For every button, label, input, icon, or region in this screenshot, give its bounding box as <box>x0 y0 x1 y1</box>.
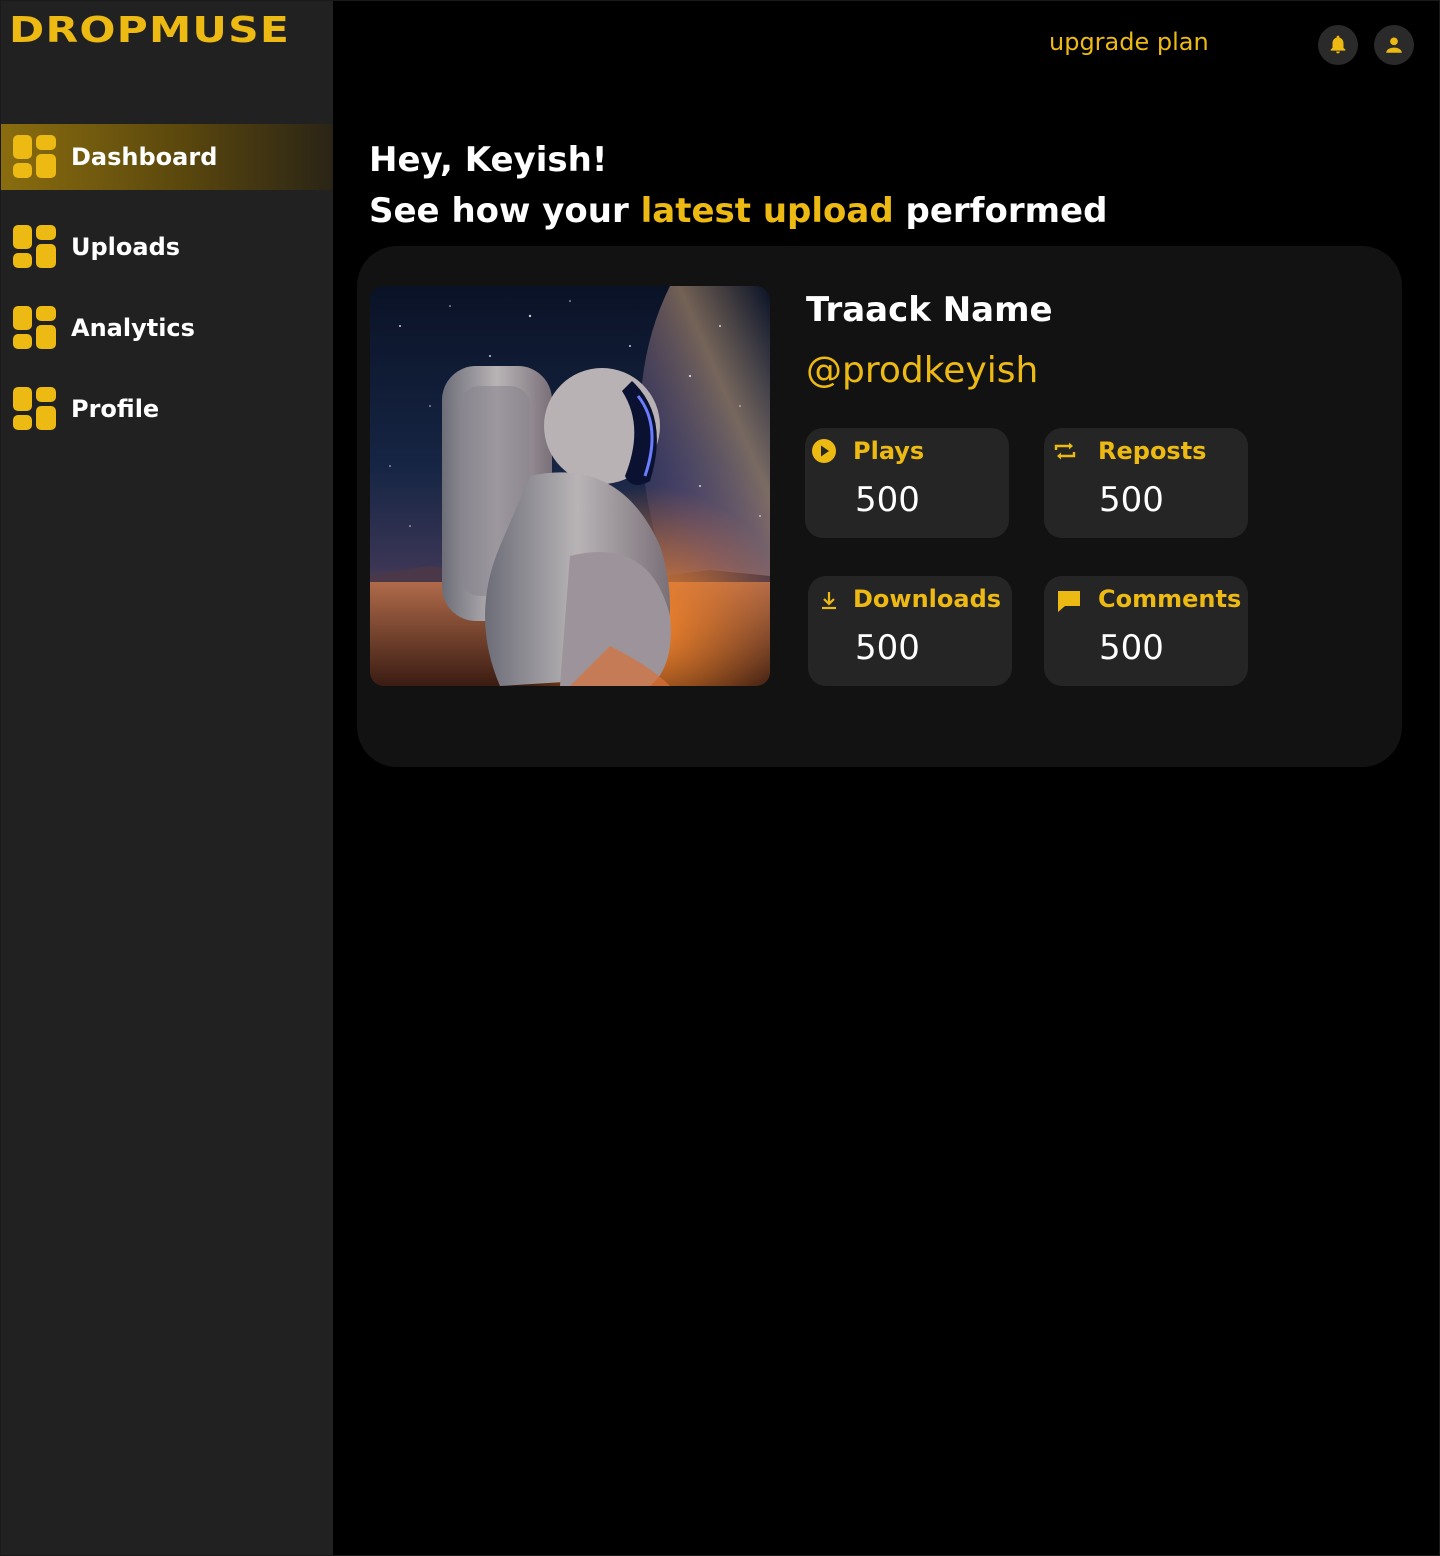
stat-value: 500 <box>855 480 920 520</box>
greeting-title: Hey, Keyish! <box>369 140 608 180</box>
astronaut-artwork[interactable] <box>370 286 770 686</box>
bell-icon <box>1330 35 1346 54</box>
notifications-button[interactable] <box>1318 25 1358 65</box>
sidebar-item-label: Uploads <box>71 233 181 261</box>
sidebar-item-analytics[interactable]: Analytics <box>1 295 333 361</box>
stat-label: Downloads <box>853 585 1002 613</box>
grid-icon <box>13 225 56 269</box>
stat-card-plays: Plays 500 <box>805 428 1009 538</box>
sidebar-item-label: Profile <box>71 395 160 423</box>
grid-icon <box>13 306 56 350</box>
greeting-subtitle-text: performed <box>893 191 1108 231</box>
user-icon <box>1386 37 1402 53</box>
grid-icon <box>13 387 56 431</box>
stat-label: Reposts <box>1098 437 1207 465</box>
stat-card-reposts: Reposts 500 <box>1044 428 1248 538</box>
stat-card-comments: Comments 500 <box>1044 576 1248 686</box>
greeting-subtitle-text: See how your <box>369 191 641 231</box>
track-name: Traack Name <box>806 290 1053 330</box>
brand-logo[interactable]: DROPMUSE <box>9 9 290 53</box>
account-button[interactable] <box>1374 25 1414 65</box>
play-circle-icon <box>812 439 836 463</box>
greeting-highlight: latest upload <box>640 191 894 231</box>
sidebar-item-label: Dashboard <box>71 143 218 171</box>
stat-label: Plays <box>853 437 925 465</box>
stat-card-downloads: Downloads 500 <box>808 576 1012 686</box>
download-icon <box>822 592 836 610</box>
comment-icon <box>1058 591 1080 612</box>
sidebar-item-uploads[interactable]: Uploads <box>1 214 333 280</box>
artist-handle[interactable]: @prodkeyish <box>806 350 1038 391</box>
sidebar: DROPMUSE Dashboard Uploads Analytics Pro… <box>1 1 333 1555</box>
stat-value: 500 <box>1099 628 1164 668</box>
sidebar-item-dashboard[interactable]: Dashboard <box>1 124 333 190</box>
stat-value: 500 <box>1099 480 1164 520</box>
stat-label: Comments <box>1098 585 1242 613</box>
greeting-subtitle: See how your latest upload performed <box>369 191 1107 231</box>
sidebar-item-profile[interactable]: Profile <box>1 376 333 442</box>
grid-icon <box>13 135 56 179</box>
upgrade-plan-link[interactable]: upgrade plan <box>1049 28 1209 56</box>
sidebar-item-label: Analytics <box>71 314 195 342</box>
repost-icon <box>1054 442 1076 460</box>
stat-value: 500 <box>855 628 920 668</box>
